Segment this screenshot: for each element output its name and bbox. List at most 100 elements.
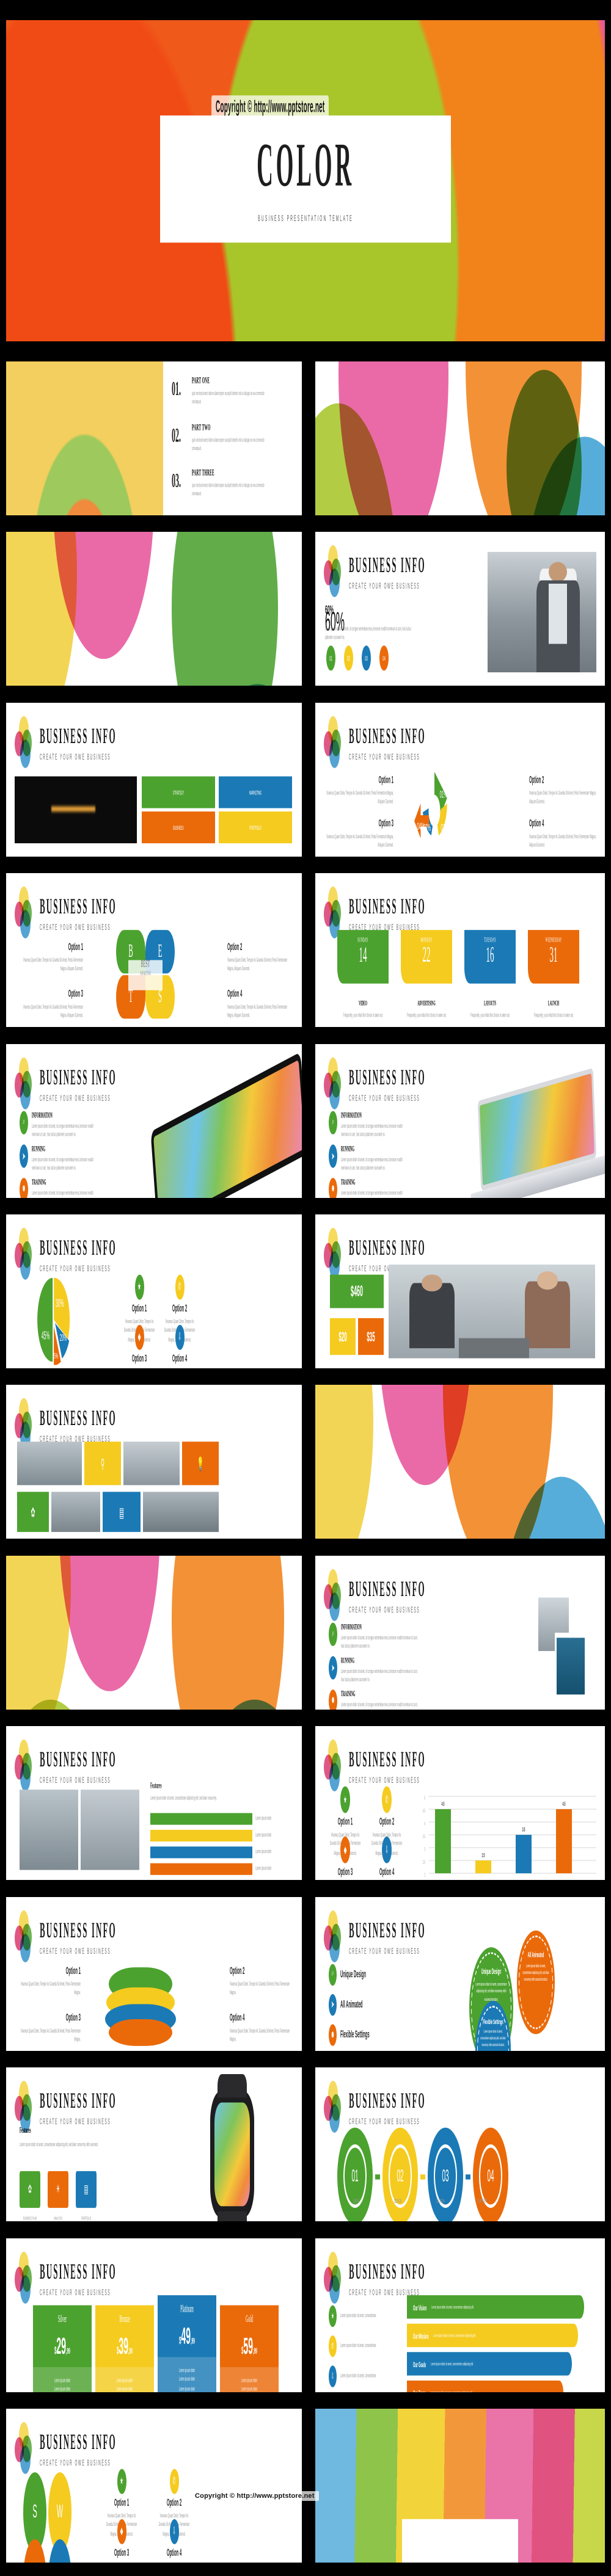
slide-laptop[interactable]: BUSINESS INFO CREATE YOUR OWE BUSINESS ⌕… (315, 1043, 605, 1198)
feature-row[interactable]: ☻ TRAINING Lorem ipsum dolor sit amet, i… (329, 1177, 408, 1198)
ring-02[interactable]: 02 (382, 2127, 418, 2222)
calendar-card[interactable]: SUNDAY 14 VIDEO Frequently, your initial… (337, 930, 389, 1021)
dot-02[interactable]: 02 (344, 645, 353, 671)
ribbon-bullet[interactable]: ✆ Lorem ipsum dolor sit amet, consectetu… (329, 2335, 399, 2357)
svg-text:4: 4 (424, 1821, 425, 1827)
feature-bar-row[interactable]: Lorem ipsum dolor (150, 1830, 287, 1843)
bubble-orange[interactable]: All Animated Lorem ipsum dolor sit amet,… (517, 1930, 555, 2034)
bubble-list-item[interactable]: ➤ All Animated (329, 1994, 362, 2016)
ring-01[interactable]: 01 (337, 2127, 373, 2222)
calendar-card[interactable]: MONDAY 22 ADVERTISING Frequently, your i… (401, 930, 452, 1021)
ring-number: 01 (345, 2147, 365, 2205)
watch-tile[interactable]: ▤ PORTFOLIO (76, 2171, 97, 2221)
calendar-title: LAUNCH (547, 998, 560, 1007)
slide-swot[interactable]: BUSINESS INFO CREATE YOUR OWE BUSINESS S… (6, 2409, 302, 2563)
calendar-card[interactable]: TUESDAY 16 LAYOUTS Frequently, your init… (464, 930, 516, 1021)
slide-bar-chart[interactable]: BUSINESS INFO CREATE YOUR OWE BUSINESS ★… (315, 1726, 605, 1881)
brand-logo-icon (324, 716, 345, 770)
brand-logo-icon (15, 716, 35, 770)
slide-part-01[interactable]: PART 01 One-sheet fire up your browser g… (6, 532, 302, 686)
slide-photo-cards[interactable]: BUSINESS INFO CREATE YOUR OWE BUSINESS ⌕… (315, 1555, 605, 1710)
slide-profile[interactable]: BUSINESS INFO CREATE YOUR OWE BUSINESS 6… (315, 532, 605, 686)
dot-01[interactable]: 01 (326, 645, 335, 671)
tile-strategy[interactable]: STRATEGY (142, 776, 215, 808)
slide-best[interactable]: BUSINESS INFO CREATE YOUR OWE BUSINESS B… (6, 873, 302, 1028)
slide-team-grid[interactable]: BUSINESS INFO CREATE YOUR OWE BUSINESS ⚲… (6, 1385, 302, 1539)
slide-part-02[interactable]: PART 02 One-sheet fire up your browser g… (6, 1555, 302, 1710)
slide-tablet-features[interactable]: BUSINESS INFO CREATE YOUR OWE BUSINESS ⌕… (6, 1043, 302, 1198)
feature-row[interactable]: ⌕ INFORMATION Lorem ipsum dolor sit amet… (20, 1111, 99, 1140)
watch-tile[interactable]: ✿ BUSINESS PLAN (20, 2171, 40, 2221)
feature-row[interactable]: ➤ RUNNING Lorem ipsum dolor sit amet, id… (329, 1656, 420, 1685)
feature-row[interactable]: ➤ RUNNING Lorem ipsum dolor sit amet, id… (329, 1144, 408, 1174)
slide-rings[interactable]: BUSINESS INFO CREATE YOUR OWE BUSINESS 0… (315, 2067, 605, 2222)
option-body: Vivamus Quam Dolor, Tempor Ac Gravida Si… (230, 1980, 290, 1997)
slide-part-04[interactable]: PART 04 One-sheet fire up your browser g… (315, 1385, 605, 1539)
svg-text:2: 2 (424, 1873, 425, 1878)
feature-row[interactable]: ☻ TRAINING Lorem ipsum dolor sit amet, i… (329, 1689, 420, 1710)
profile-body: Lorem ipsum dolor sit amet, id congue se… (325, 625, 411, 642)
feature-bar-row[interactable]: Lorem ipsum dolor (150, 1813, 287, 1826)
chart-icon: ▤ (76, 2171, 97, 2208)
agenda-item[interactable]: 01. PART ONE quis nostrud exerci tation … (172, 376, 296, 407)
slide-ribbons[interactable]: BUSINESS INFO CREATE YOUR OWE BUSINESS ★… (315, 2238, 605, 2392)
best-center-title: BEST (141, 960, 150, 970)
tile-marketing[interactable]: MARKETING (219, 776, 292, 808)
agenda-item[interactable]: 02. PART TWO quis nostrud exerci tation … (172, 423, 296, 454)
agenda-item[interactable]: 03. PART THREE quis nostrud exerci tatio… (172, 468, 296, 499)
slide-part-03[interactable]: PART 03 One-sheet fire up your browser g… (315, 361, 605, 515)
watch-tile[interactable]: ☀ ANALYSIS (48, 2171, 68, 2221)
person-icon: ☻ (20, 1177, 28, 1198)
slide-pie[interactable]: BUSINESS INFO CREATE YOUR OWE BUSINESS 4… (6, 1214, 302, 1368)
ribbon-bullet[interactable]: ⇩ Lorem ipsum dolor sit amet, consectetu… (329, 2365, 399, 2387)
bubble-list-label: Unique Design (340, 1969, 367, 1980)
feature-row[interactable]: ➤ RUNNING Lorem ipsum dolor sit amet, id… (20, 1144, 99, 1174)
slide-pricing[interactable]: BUSINESS INFO CREATE YOUR OWE BUSINESS S… (6, 2238, 302, 2392)
dot-04[interactable]: 04 (379, 645, 389, 671)
phone-icon: ✆ (382, 1786, 392, 1813)
best-petals-diagram: B E T S BEST ANALYSIS (111, 930, 178, 1023)
feature-bar-row[interactable]: Lorem ipsum dolor (150, 1863, 287, 1876)
calendar-card[interactable]: WEDNESDAY 31 LAUNCH Frequently, your ini… (528, 930, 579, 1021)
pricing-card[interactable]: Bronze $39,99 Lorem ipsum dolor Lorem ip… (95, 2305, 154, 2392)
slide-thank[interactable]: THANK BUSINESS PRESENTATION TEMLATE (315, 2409, 605, 2563)
option-label: Option 1 (378, 776, 393, 786)
slide-calendar[interactable]: BUSINESS INFO CREATE YOUR OWE BUSINESS S… (315, 873, 605, 1028)
tiles-photo (15, 776, 137, 843)
tile-portfolio[interactable]: PORTFOLIO (219, 811, 292, 843)
ribbon-bullet[interactable]: ★ Lorem ipsum dolor sit amet, consectetu… (329, 2305, 399, 2327)
slide-tiles[interactable]: BUSINESS INFO CREATE YOUR OWE BUSINESS S… (6, 702, 302, 857)
ring-03[interactable]: 03 (428, 2127, 463, 2222)
svg-text:4.5: 4.5 (563, 1802, 566, 1807)
slide-cycle[interactable]: BUSINESS INFO CREATE YOUR OWE BUSINESS 0… (315, 702, 605, 857)
slide-bubbles[interactable]: BUSINESS INFO CREATE YOUR OWE BUSINESS ⌕… (315, 1896, 605, 2051)
slide-agenda[interactable]: AGENDA BUSINESS PRESENTATION TEMLATE 01.… (6, 361, 302, 515)
star-icon: ★ (117, 2469, 126, 2494)
option-label: Option 4 (529, 819, 544, 830)
person-icon: ☻ (329, 1177, 337, 1198)
swot-option-3: ◆ Option 3 Vivamus Quam Dolor, Tempor Ac… (104, 2519, 139, 2563)
bubble-list-item[interactable]: ☻ Flexible Settings (329, 2023, 370, 2046)
slide-gallery[interactable]: BUSINESS INFO CREATE YOUR OWE BUSINESS F… (6, 1726, 302, 1881)
slide-layers[interactable]: BUSINESS INFO CREATE YOUR OWE BUSINESS O… (6, 1896, 302, 2051)
ribbon-row[interactable]: Our Goals Lorem ipsum dolor sit amet, co… (407, 2351, 572, 2376)
ribbon-row[interactable]: Our Mission Lorem ipsum dolor sit amet, … (407, 2323, 578, 2347)
slide-watch[interactable]: BUSINESS INFO CREATE YOUR OWE BUSINESS F… (6, 2067, 302, 2222)
feature-row[interactable]: ☻ TRAINING Lorem ipsum dolor sit amet, i… (20, 1177, 99, 1198)
ring-04[interactable]: 04 (473, 2127, 508, 2222)
ribbon-row[interactable]: Our Vision Lorem ipsum dolor sit amet, c… (407, 2295, 584, 2319)
ribbon-row[interactable]: Our Team Lorem ipsum dolor sit amet, con… (407, 2380, 563, 2392)
feature-bar-row[interactable]: Lorem ipsum dolor (150, 1847, 287, 1859)
feature-row[interactable]: ⌕ INFORMATION Lorem ipsum dolor sit amet… (329, 1111, 408, 1140)
bubble-list-item[interactable]: ⌕ Unique Design (329, 1964, 366, 1986)
slide-meeting[interactable]: BUSINESS INFO CREATE YOUR OWE BUSINESS $… (315, 1214, 605, 1368)
feature-row[interactable]: ⌕ INFORMATION Lorem ipsum dolor sit amet… (329, 1622, 420, 1652)
slide-cover[interactable]: COLOR BUSINESS PRESENTATION TEMLATE Copy… (6, 20, 605, 341)
pricing-card[interactable]: Platinum $49,99 Lorem ipsum dolor Lorem … (158, 2295, 216, 2392)
pricing-card[interactable]: Silver $29,99 Lorem ipsum dolor Lorem ip… (33, 2305, 92, 2392)
dot-03[interactable]: 03 (362, 645, 371, 671)
tile-business[interactable]: BUSINESS (142, 811, 215, 843)
search-icon: ⌕ (20, 1111, 28, 1134)
send-icon: ➤ (329, 1144, 337, 1168)
pricing-card[interactable]: Gold $59,99 Lorem ipsum dolor Lorem ipsu… (220, 2305, 279, 2392)
